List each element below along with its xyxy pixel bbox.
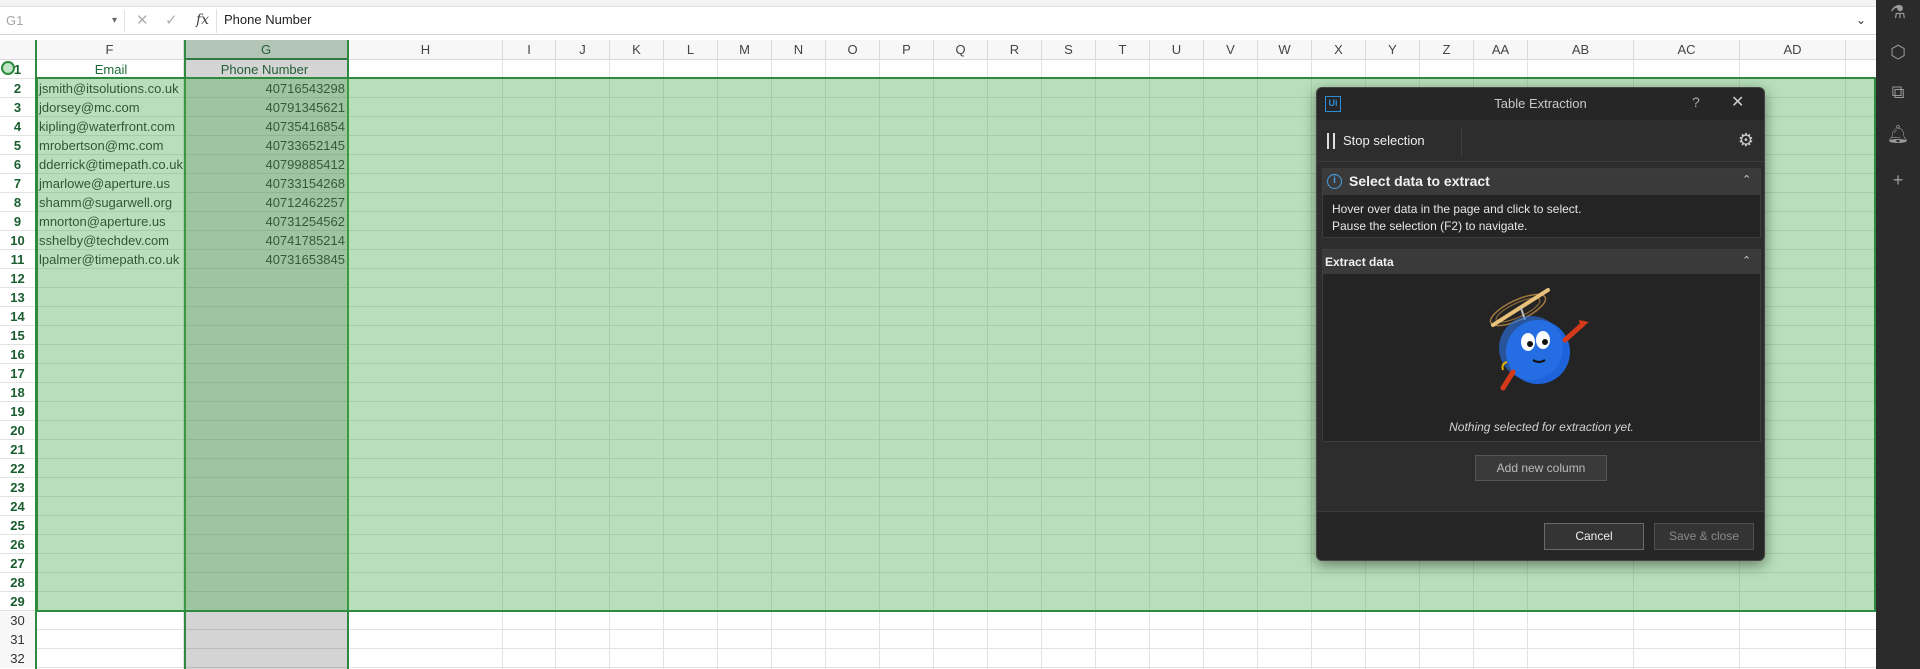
- pause-icon: [1327, 133, 1335, 149]
- row-number[interactable]: 18: [0, 383, 36, 402]
- dialog-footer: Cancel Save & close: [1317, 511, 1764, 560]
- column-header-j[interactable]: J: [556, 40, 610, 60]
- row-number[interactable]: 22: [0, 459, 36, 478]
- column-header-l[interactable]: L: [664, 40, 718, 60]
- formula-separator: [216, 9, 217, 33]
- row-number[interactable]: 31: [0, 630, 36, 649]
- select-data-section: i Select data to extract ⌃ Hover over da…: [1322, 168, 1761, 238]
- add-icon[interactable]: +: [1886, 168, 1910, 192]
- save-close-button[interactable]: Save & close: [1654, 523, 1754, 550]
- column-header-h[interactable]: H: [349, 40, 503, 60]
- selection-left-edge: [35, 40, 37, 669]
- column-header-t[interactable]: T: [1096, 40, 1150, 60]
- row-number[interactable]: 32: [0, 649, 36, 668]
- instruction-line-1: Hover over data in the page and click to…: [1332, 202, 1582, 216]
- row-number[interactable]: 25: [0, 516, 36, 535]
- cancel-button[interactable]: Cancel: [1544, 523, 1644, 550]
- column-header-o[interactable]: O: [826, 40, 880, 60]
- column-header-k[interactable]: K: [610, 40, 664, 60]
- gear-icon[interactable]: ⚙: [1735, 129, 1757, 151]
- column-header-x[interactable]: X: [1312, 40, 1366, 60]
- row-number[interactable]: 14: [0, 307, 36, 326]
- column-header-z[interactable]: Z: [1420, 40, 1474, 60]
- row-number[interactable]: 16: [0, 345, 36, 364]
- add-new-column-button[interactable]: Add new column: [1475, 455, 1607, 481]
- extract-data-section: Extract data ⌃ Nothing selected for extr…: [1322, 249, 1761, 442]
- column-header-s[interactable]: S: [1042, 40, 1096, 60]
- row-number[interactable]: 21: [0, 440, 36, 459]
- column-header-aa[interactable]: AA: [1474, 40, 1528, 60]
- info-icon: i: [1327, 174, 1342, 189]
- cube-icon[interactable]: ⬡: [1886, 40, 1910, 64]
- toolbar-separator: [1461, 128, 1462, 156]
- row-number[interactable]: 5: [0, 136, 36, 155]
- row-number[interactable]: 30: [0, 611, 36, 630]
- dialog-toolbar: Stop selection ⚙: [1317, 120, 1764, 162]
- extract-data-header[interactable]: Extract data ⌃: [1323, 250, 1760, 274]
- expand-formula-icon[interactable]: ⌄: [1856, 13, 1866, 27]
- row-number[interactable]: 27: [0, 554, 36, 573]
- column-header-n[interactable]: N: [772, 40, 826, 60]
- flask-icon[interactable]: ⚗: [1886, 0, 1910, 24]
- column-header-ab[interactable]: AB: [1528, 40, 1634, 60]
- row-number[interactable]: 23: [0, 478, 36, 497]
- formula-input[interactable]: Phone Number: [224, 12, 311, 27]
- table-extraction-dialog: Ui Table Extraction ? ✕ Stop selection ⚙…: [1316, 87, 1765, 561]
- column-header-i[interactable]: I: [503, 40, 556, 60]
- select-data-title: Select data to extract: [1349, 173, 1490, 189]
- row-number[interactable]: 26: [0, 535, 36, 554]
- bell-icon[interactable]: 🔔︎: [1886, 122, 1910, 146]
- stop-selection-label: Stop selection: [1343, 133, 1425, 148]
- instruction-line-2: Pause the selection (F2) to navigate.: [1332, 219, 1528, 233]
- column-header-ad[interactable]: AD: [1740, 40, 1846, 60]
- close-icon[interactable]: ✕: [1731, 92, 1744, 112]
- row-number[interactable]: 3: [0, 98, 36, 117]
- row-number[interactable]: 6: [0, 155, 36, 174]
- row-number[interactable]: 8: [0, 193, 36, 212]
- row-number[interactable]: 17: [0, 364, 36, 383]
- extract-data-title: Extract data: [1325, 255, 1394, 269]
- row-number[interactable]: 28: [0, 573, 36, 592]
- target-icon: [1, 61, 15, 75]
- column-header-u[interactable]: U: [1150, 40, 1204, 60]
- column-header-r[interactable]: R: [988, 40, 1042, 60]
- row-number[interactable]: 12: [0, 269, 36, 288]
- chevron-up-icon[interactable]: ⌃: [1742, 254, 1751, 267]
- dialog-titlebar[interactable]: Ui Table Extraction ? ✕: [1317, 88, 1764, 120]
- empty-state-text: Nothing selected for extraction yet.: [1449, 420, 1634, 434]
- row-number[interactable]: 29: [0, 592, 36, 611]
- enter-formula-icon[interactable]: ✓: [165, 11, 178, 29]
- row-number[interactable]: 20: [0, 421, 36, 440]
- row-number[interactable]: 4: [0, 117, 36, 136]
- column-header-f[interactable]: F: [36, 40, 184, 60]
- row-number[interactable]: 11: [0, 250, 36, 269]
- row-number[interactable]: 24: [0, 497, 36, 516]
- chevron-up-icon[interactable]: ⌃: [1742, 173, 1751, 186]
- name-box[interactable]: G1: [0, 10, 125, 32]
- column-header-y[interactable]: Y: [1366, 40, 1420, 60]
- chevron-down-icon[interactable]: ▾: [112, 15, 117, 26]
- column-header-m[interactable]: M: [718, 40, 772, 60]
- help-icon[interactable]: ?: [1692, 94, 1700, 110]
- column-header-p[interactable]: P: [880, 40, 934, 60]
- row-number[interactable]: 19: [0, 402, 36, 421]
- insert-function-icon[interactable]: fx: [196, 12, 209, 28]
- row-number[interactable]: 9: [0, 212, 36, 231]
- cancel-formula-icon[interactable]: ✕: [136, 11, 149, 29]
- column-header-ac[interactable]: AC: [1634, 40, 1740, 60]
- column-header-q[interactable]: Q: [934, 40, 988, 60]
- row-number[interactable]: 10: [0, 231, 36, 250]
- row-number[interactable]: 7: [0, 174, 36, 193]
- column-header-v[interactable]: V: [1204, 40, 1258, 60]
- select-data-header[interactable]: i Select data to extract ⌃: [1323, 169, 1760, 195]
- stop-selection-button[interactable]: Stop selection: [1323, 126, 1457, 156]
- right-sidebar: ⚗ ⬡ ⧉ 🔔︎ +: [1876, 0, 1920, 669]
- row-number[interactable]: 2: [0, 79, 36, 98]
- formula-bar: G1 ▾ ✕ ✓ fx Phone Number ⌄: [0, 6, 1876, 35]
- row-number[interactable]: 15: [0, 326, 36, 345]
- robot-mascot-icon: [1489, 288, 1589, 391]
- row-number[interactable]: 13: [0, 288, 36, 307]
- extract-icon[interactable]: ⧉: [1886, 80, 1910, 104]
- column-header-w[interactable]: W: [1258, 40, 1312, 60]
